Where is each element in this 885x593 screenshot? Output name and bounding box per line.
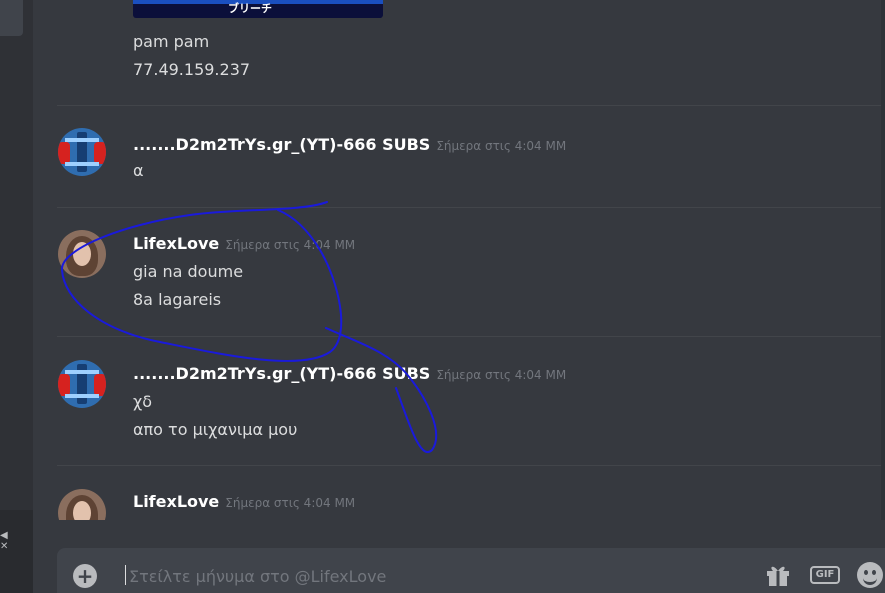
message-divider — [57, 105, 885, 106]
message-divider — [57, 336, 885, 337]
message-text: χδ — [133, 392, 153, 411]
message-author[interactable]: .......D2m2TrYs.gr_(YT)-666 SUBS Σήμερα σ… — [133, 364, 566, 383]
message-input[interactable] — [127, 560, 731, 592]
message-timestamp: Σήμερα στις 4:04 ΜΜ — [225, 496, 356, 510]
message-text: pam pam — [133, 32, 210, 51]
gift-icon[interactable] — [765, 563, 791, 587]
message-text: gia na doume — [133, 262, 244, 281]
message-divider — [57, 465, 885, 466]
avatar[interactable] — [58, 489, 106, 520]
message-timestamp: Σήμερα στις 4:04 ΜΜ — [225, 238, 356, 252]
message-author[interactable]: LifexLove Σήμερα στις 4:04 ΜΜ — [133, 492, 355, 511]
avatar[interactable] — [58, 128, 106, 176]
image-embed[interactable]: ブリーチ — [133, 0, 383, 18]
message-author[interactable]: LifexLove Σήμερα στις 4:04 ΜΜ — [133, 234, 355, 253]
message-divider — [57, 207, 885, 208]
left-rail: ◀ ✕ — [0, 0, 33, 593]
message-list[interactable]: ブリーチ pam pam 77.49.159.237 .......D2m2Tr… — [33, 0, 885, 520]
author-name[interactable]: .......D2m2TrYs.gr_(YT)-666 SUBS — [133, 135, 430, 154]
message-timestamp: Σήμερα στις 4:04 ΜΜ — [436, 139, 567, 153]
embed-text: ブリーチ — [228, 2, 272, 15]
avatar[interactable] — [58, 230, 106, 278]
message-text: 77.49.159.237 — [133, 60, 251, 79]
mute-icon[interactable]: ◀ ✕ — [0, 530, 8, 552]
message-text: 8a lagareis — [133, 290, 222, 309]
message-author[interactable]: .......D2m2TrYs.gr_(YT)-666 SUBS Σήμερα σ… — [133, 135, 566, 154]
message-text: α — [133, 161, 144, 180]
gif-button[interactable]: GIF — [810, 566, 840, 584]
avatar[interactable] — [58, 360, 106, 408]
scrollbar[interactable] — [881, 0, 885, 520]
message-timestamp: Σήμερα στις 4:04 ΜΜ — [436, 368, 567, 382]
author-name[interactable]: LifexLove — [133, 492, 219, 511]
message-text: απο το μιχανιμα μου — [133, 420, 298, 439]
rail-selected-item[interactable] — [0, 0, 23, 36]
plus-circle-icon[interactable]: + — [73, 564, 97, 588]
text-caret — [125, 565, 126, 585]
author-name[interactable]: LifexLove — [133, 234, 219, 253]
author-name[interactable]: .......D2m2TrYs.gr_(YT)-666 SUBS — [133, 364, 430, 383]
emoji-icon[interactable] — [857, 562, 883, 588]
message-composer: + GIF — [57, 548, 885, 593]
